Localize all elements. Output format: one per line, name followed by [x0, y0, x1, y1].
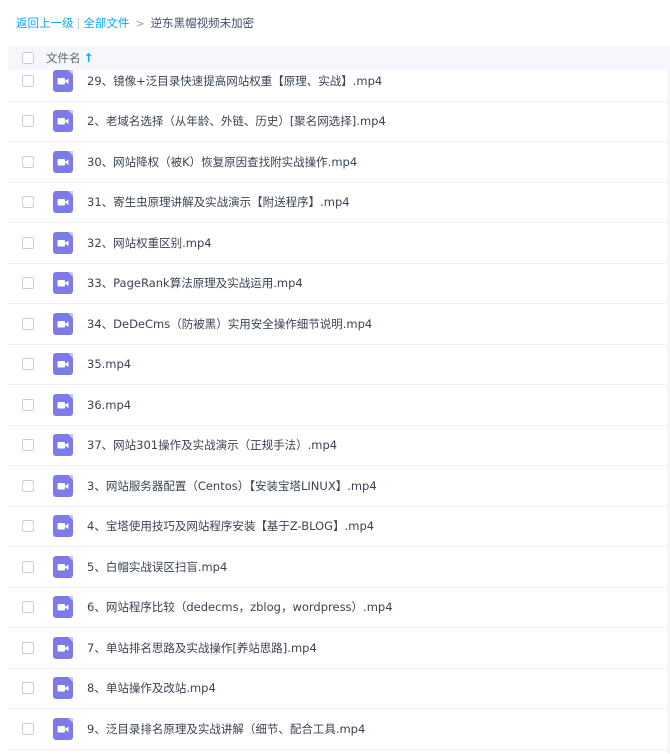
file-checkbox[interactable]: [22, 115, 34, 128]
all-files-link[interactable]: 全部文件: [83, 15, 129, 31]
file-checkbox[interactable]: [22, 479, 34, 492]
video-file-icon[interactable]: [53, 272, 73, 295]
file-row[interactable]: 37、网站301操作及实战演示（正规手法）.mp4: [8, 426, 670, 466]
file-checkbox[interactable]: [22, 601, 34, 614]
file-row[interactable]: 4、宝塔使用技巧及网站程序安装【基于Z-BLOG】.mp4: [8, 507, 670, 547]
file-checkbox[interactable]: [22, 358, 34, 371]
video-file-icon[interactable]: [53, 69, 73, 92]
video-file-icon[interactable]: [53, 515, 73, 538]
video-file-icon[interactable]: [53, 636, 73, 659]
video-file-icon[interactable]: [53, 191, 73, 214]
file-row[interactable]: 33、PageRank算法原理及实战运用.mp4: [8, 264, 670, 304]
file-name[interactable]: 7、单站排名思路及实战操作[养站思路].mp4: [87, 640, 317, 656]
file-name[interactable]: 35.mp4: [87, 357, 131, 371]
file-name[interactable]: 30、网站降权（被K）恢复原因查找附实战操作.mp4: [87, 154, 357, 170]
file-name[interactable]: 4、宝塔使用技巧及网站程序安装【基于Z-BLOG】.mp4: [87, 518, 374, 534]
file-name[interactable]: 29、镜像+泛目录快速提高网站权重【原理、实战】.mp4: [87, 73, 382, 89]
file-checkbox[interactable]: [22, 722, 34, 735]
current-folder: 逆东黑帽视频未加密: [150, 16, 255, 30]
file-row[interactable]: 7、单站排名思路及实战操作[养站思路].mp4: [8, 628, 670, 669]
chevron-right-icon: >: [135, 16, 145, 30]
file-name[interactable]: 8、单站操作及改站.mp4: [87, 680, 216, 696]
video-file-icon[interactable]: [53, 393, 73, 416]
file-list: 29、镜像+泛目录快速提高网站权重【原理、实战】.mp4 2、老域名选择（从年龄、…: [8, 61, 670, 750]
file-checkbox[interactable]: [22, 155, 34, 168]
video-file-icon[interactable]: [53, 474, 73, 497]
video-file-icon[interactable]: [53, 312, 73, 335]
video-file-icon[interactable]: [53, 555, 73, 578]
file-checkbox[interactable]: [22, 641, 34, 654]
video-file-icon[interactable]: [53, 231, 73, 254]
video-file-icon[interactable]: [53, 110, 73, 133]
file-name[interactable]: 6、网站程序比较（dedecms，zblog，wordpress）.mp4: [87, 599, 393, 615]
file-row[interactable]: 36.mp4: [8, 385, 670, 426]
file-row[interactable]: 8、单站操作及改站.mp4: [8, 669, 670, 709]
file-name[interactable]: 36.mp4: [87, 398, 131, 412]
file-row[interactable]: 30、网站降权（被K）恢复原因查找附实战操作.mp4: [8, 142, 670, 183]
file-name[interactable]: 31、寄生虫原理讲解及实战演示【附送程序】.mp4: [87, 194, 350, 210]
breadcrumb-separator: |: [76, 16, 81, 30]
file-checkbox[interactable]: [22, 520, 34, 533]
file-row[interactable]: 31、寄生虫原理讲解及实战演示【附送程序】.mp4: [8, 183, 670, 223]
file-name[interactable]: 5、白帽实战误区扫盲.mp4: [87, 559, 227, 575]
video-file-icon[interactable]: [53, 353, 73, 376]
file-row[interactable]: 35.mp4: [8, 345, 670, 385]
file-name[interactable]: 3、网站服务器配置（Centos）【安装宝塔LINUX】.mp4: [87, 478, 377, 494]
file-checkbox[interactable]: [22, 439, 34, 452]
video-file-icon[interactable]: [53, 434, 73, 457]
file-checkbox[interactable]: [22, 682, 34, 695]
file-row[interactable]: 6、网站程序比较（dedecms，zblog，wordpress）.mp4: [8, 588, 670, 628]
file-row[interactable]: 29、镜像+泛目录快速提高网站权重【原理、实战】.mp4: [8, 61, 670, 102]
file-row[interactable]: 5、白帽实战误区扫盲.mp4: [8, 547, 670, 588]
file-row[interactable]: 34、DeDeCms（防被黑）实用安全操作细节说明.mp4: [8, 304, 670, 345]
file-checkbox[interactable]: [22, 277, 34, 290]
file-row[interactable]: 9、泛目录排名原理及实战讲解（细节、配合工具.mp4: [8, 709, 670, 750]
file-name[interactable]: 33、PageRank算法原理及实战运用.mp4: [87, 275, 303, 291]
back-link[interactable]: 返回上一级: [16, 15, 74, 31]
file-name[interactable]: 32、网站权重区别.mp4: [87, 235, 212, 251]
file-checkbox[interactable]: [22, 74, 34, 87]
file-checkbox[interactable]: [22, 560, 34, 573]
file-checkbox[interactable]: [22, 196, 34, 209]
file-checkbox[interactable]: [22, 236, 34, 249]
file-name[interactable]: 2、老域名选择（从年龄、外链、历史）[聚名网选择].mp4: [87, 113, 386, 129]
video-file-icon[interactable]: [53, 150, 73, 173]
file-row[interactable]: 32、网站权重区别.mp4: [8, 223, 670, 264]
breadcrumb: 返回上一级 | 全部文件 > 逆东黑帽视频未加密: [0, 0, 670, 46]
file-row[interactable]: 2、老域名选择（从年龄、外链、历史）[聚名网选择].mp4: [8, 102, 670, 142]
file-checkbox[interactable]: [22, 398, 34, 411]
video-file-icon[interactable]: [53, 596, 73, 619]
file-name[interactable]: 9、泛目录排名原理及实战讲解（细节、配合工具.mp4: [87, 721, 365, 737]
file-row[interactable]: 3、网站服务器配置（Centos）【安装宝塔LINUX】.mp4: [8, 466, 670, 507]
file-name[interactable]: 37、网站301操作及实战演示（正规手法）.mp4: [87, 437, 337, 453]
video-file-icon[interactable]: [53, 677, 73, 700]
file-checkbox[interactable]: [22, 317, 34, 330]
video-file-icon[interactable]: [53, 717, 73, 740]
file-name[interactable]: 34、DeDeCms（防被黑）实用安全操作细节说明.mp4: [87, 316, 372, 332]
